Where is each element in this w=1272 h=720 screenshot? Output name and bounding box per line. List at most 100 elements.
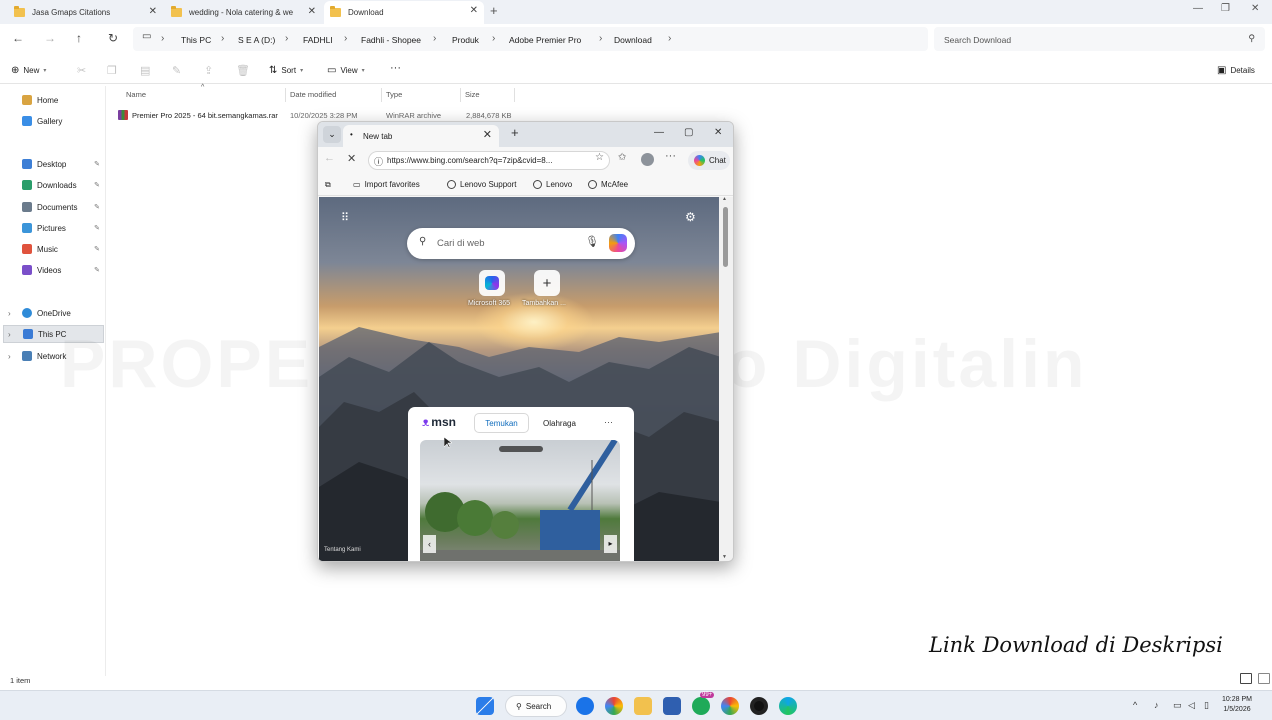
monitor-icon[interactable]: ▭ <box>1173 700 1182 711</box>
scrollbar-thumb[interactable] <box>723 207 728 267</box>
browser-tab[interactable]: • New tab ✕ <box>343 125 499 147</box>
details-view-icon[interactable] <box>1240 673 1252 684</box>
copilot-chat-button[interactable]: Chat <box>688 151 730 170</box>
breadcrumb[interactable]: ▭ › This PC › S E A (D:) › FADHLI › Fadh… <box>133 27 928 51</box>
expand-chevron-icon[interactable]: › <box>8 330 11 339</box>
close-icon[interactable]: ✕ <box>470 5 478 16</box>
sidebar-item-downloads[interactable]: Downloads ✎ <box>22 176 104 194</box>
maximize-icon[interactable]: ▢ <box>684 127 693 138</box>
tab-temukan[interactable]: Temukan <box>474 413 529 433</box>
explorer-tab[interactable]: wedding - Nola catering & we ✕ <box>165 2 322 22</box>
favorites-icon[interactable]: ✩ <box>618 152 626 163</box>
chevron-right-icon[interactable]: › <box>599 33 602 44</box>
sidebar-item-gallery[interactable]: Gallery <box>22 112 104 130</box>
close-icon[interactable]: ✕ <box>308 6 316 17</box>
new-button[interactable]: ⊕ New ▾ <box>11 65 46 76</box>
breadcrumb-item[interactable]: Fadhli - Shopee <box>361 35 421 45</box>
close-icon[interactable]: ✕ <box>149 6 157 17</box>
breadcrumb-item[interactable]: This PC <box>181 35 211 45</box>
chevron-up-icon[interactable]: ^ <box>1133 700 1137 710</box>
minimize-icon[interactable]: — <box>1193 3 1203 14</box>
recorder-icon[interactable] <box>750 697 768 715</box>
breadcrumb-item[interactable]: Download <box>614 35 652 45</box>
column-divider[interactable] <box>381 88 382 102</box>
sidebar-item-videos[interactable]: Videos ✎ <box>22 261 104 279</box>
windows-start-icon[interactable] <box>476 697 494 715</box>
column-divider[interactable] <box>285 88 286 102</box>
copy-icon[interactable]: ❐ <box>107 64 117 77</box>
column-header-name[interactable]: Name <box>126 90 146 99</box>
column-header-type[interactable]: Type <box>386 90 402 99</box>
taskbar-search[interactable]: ⚲ Search <box>505 695 567 717</box>
news-image[interactable]: ‹ ▸ <box>420 440 620 561</box>
carousel-prev-icon[interactable]: ‹ <box>423 535 436 553</box>
close-window-icon[interactable]: ✕ <box>1251 3 1259 14</box>
sidebar-item-desktop[interactable]: Desktop ✎ <box>22 155 104 173</box>
maximize-icon[interactable]: ❐ <box>1221 3 1230 14</box>
new-tab-button[interactable]: + <box>511 125 519 140</box>
chevron-right-icon[interactable]: › <box>668 33 671 44</box>
chevron-right-icon[interactable]: › <box>344 33 347 44</box>
explorer-tab[interactable]: Jasa Gmaps Citations ✕ <box>8 2 163 22</box>
column-header-size[interactable]: Size <box>465 90 480 99</box>
back-icon[interactable]: ← <box>12 31 24 45</box>
column-divider[interactable] <box>460 88 461 102</box>
collections-icon[interactable]: ⧉ <box>325 180 331 190</box>
settings-gear-icon[interactable]: ⚙ <box>685 210 696 224</box>
whatsapp-icon[interactable] <box>692 697 710 715</box>
about-link[interactable]: Tentang Kami <box>324 547 361 553</box>
chrome-profile-icon[interactable] <box>721 697 739 715</box>
tab-olahraga[interactable]: Olahraga <box>543 419 576 428</box>
close-icon[interactable]: ✕ <box>483 128 492 141</box>
site-info-icon[interactable]: ⓘ <box>374 155 383 168</box>
favorite-import[interactable]: ▭ Import favorites <box>353 180 420 189</box>
web-search-box[interactable]: ⚲ Cari di web 🎙 <box>407 228 635 259</box>
profile-avatar[interactable] <box>641 153 654 166</box>
sidebar-item-pictures[interactable]: Pictures ✎ <box>22 219 104 237</box>
apps-grid-icon[interactable]: ⠿ <box>341 211 349 224</box>
chevron-right-icon[interactable]: › <box>221 33 224 44</box>
volume-icon[interactable]: ◁ <box>1188 700 1195 711</box>
back-icon[interactable]: ← <box>324 152 335 164</box>
tiles-view-icon[interactable] <box>1258 673 1270 684</box>
microsoft-365-tile[interactable] <box>479 270 505 296</box>
edge-icon[interactable] <box>779 697 797 715</box>
favorite-star-icon[interactable]: ☆ <box>595 152 604 163</box>
details-button[interactable]: ▣ Details <box>1217 65 1255 76</box>
system-clock[interactable]: 10:28 PM 1/5/2026 <box>1222 695 1252 715</box>
scroll-down-icon[interactable]: ▼ <box>722 554 727 560</box>
page-scrollbar[interactable]: ▲ ▼ <box>719 196 733 561</box>
explorer-tab-active[interactable]: Download ✕ <box>324 1 484 24</box>
file-name[interactable]: Premier Pro 2025 - 64 bit.semangkamas.ra… <box>132 111 278 120</box>
more-tabs-icon[interactable]: ··· <box>604 417 613 427</box>
notepad-icon[interactable] <box>663 697 681 715</box>
app-icon[interactable] <box>576 697 594 715</box>
chevron-right-icon[interactable]: › <box>285 33 288 44</box>
breadcrumb-item[interactable]: S E A (D:) <box>238 35 275 45</box>
minimize-icon[interactable]: — <box>654 127 664 138</box>
favorite-lenovo[interactable]: Lenovo <box>533 180 572 189</box>
column-header-date[interactable]: Date modified <box>290 90 336 99</box>
battery-icon[interactable]: ▯ <box>1204 700 1209 711</box>
search-input[interactable]: Search Download ⚲ <box>934 27 1265 51</box>
more-options-button[interactable]: ··· <box>390 62 401 74</box>
microphone-icon[interactable]: ♪ <box>1154 700 1159 710</box>
chevron-right-icon[interactable]: › <box>433 33 436 44</box>
url-bar[interactable]: ⓘ https://www.bing.com/search?q=7zip&cvi… <box>368 151 610 170</box>
favorite-mcafee[interactable]: McAfee <box>588 180 628 189</box>
sidebar-item-documents[interactable]: Documents ✎ <box>22 198 104 216</box>
breadcrumb-item[interactable]: Adobe Premier Pro <box>509 35 581 45</box>
new-tab-button[interactable]: + <box>490 3 498 18</box>
column-divider[interactable] <box>514 88 515 102</box>
favorite-lenovo-support[interactable]: Lenovo Support <box>447 180 517 189</box>
paste-icon[interactable]: ▤ <box>140 64 150 77</box>
up-icon[interactable]: ↑ <box>76 31 82 45</box>
sidebar-item-onedrive[interactable]: OneDrive <box>22 304 104 322</box>
sort-button[interactable]: ⇅ Sort ▾ <box>269 65 303 76</box>
breadcrumb-item[interactable]: Produk <box>452 35 479 45</box>
expand-chevron-icon[interactable]: › <box>8 352 11 361</box>
chevron-right-icon[interactable]: › <box>161 33 164 44</box>
copilot-icon[interactable] <box>609 234 627 252</box>
file-explorer-icon[interactable] <box>634 697 652 715</box>
chevron-right-icon[interactable]: › <box>492 33 495 44</box>
